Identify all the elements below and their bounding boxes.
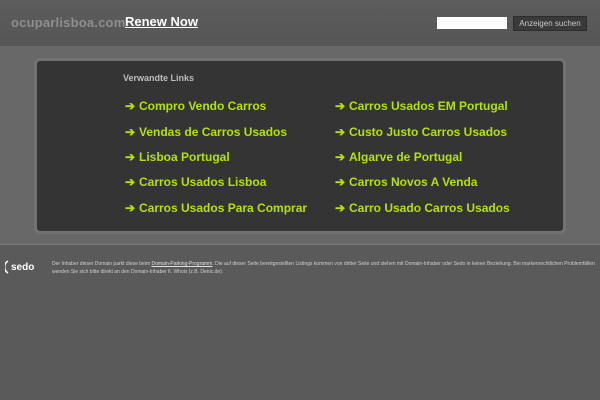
- search-button[interactable]: Anzeigen suchen: [513, 16, 587, 31]
- search-input[interactable]: [437, 17, 507, 29]
- arrow-right-icon: ➔: [335, 175, 346, 189]
- renew-now-link[interactable]: Renew Now: [125, 14, 198, 29]
- related-link-label: Carros Usados EM Portugal: [349, 99, 508, 113]
- related-link-label: Carro Usado Carros Usados: [349, 201, 510, 215]
- arrow-right-icon: ➔: [125, 125, 136, 139]
- arrow-right-icon: ➔: [125, 201, 136, 215]
- related-link[interactable]: ➔ Algarve de Portugal: [335, 150, 462, 164]
- arrow-right-icon: ➔: [335, 99, 346, 113]
- related-link[interactable]: ➔ Carro Usado Carros Usados: [335, 201, 510, 215]
- related-link[interactable]: ➔ Carros Usados Lisboa: [125, 175, 266, 189]
- related-link[interactable]: ➔ Custo Justo Carros Usados: [335, 125, 507, 139]
- sedo-logo-arc: [5, 260, 9, 274]
- related-link[interactable]: ➔ Lisboa Portugal: [125, 150, 230, 164]
- arrow-right-icon: ➔: [125, 175, 136, 189]
- related-link[interactable]: ➔ Carros Novos A Venda: [335, 175, 477, 189]
- related-link-label: Compro Vendo Carros: [139, 99, 267, 113]
- related-link-label: Algarve de Portugal: [349, 150, 463, 164]
- arrow-right-icon: ➔: [335, 150, 346, 164]
- arrow-right-icon: ➔: [125, 150, 136, 164]
- related-link-label: Lisboa Portugal: [139, 150, 230, 164]
- domain-name: ocuparlisboa.com: [11, 15, 126, 30]
- arrow-right-icon: ➔: [335, 201, 346, 215]
- top-bar: ocuparlisboa.com Renew Now Anzeigen such…: [0, 0, 600, 46]
- arrow-right-icon: ➔: [335, 125, 346, 139]
- related-link[interactable]: ➔ Compro Vendo Carros: [125, 99, 266, 113]
- related-link-label: Carros Usados Para Comprar: [139, 201, 308, 215]
- related-link-label: Vendas de Carros Usados: [139, 125, 288, 139]
- panel-title: Verwandte Links: [123, 73, 195, 83]
- related-link[interactable]: ➔ Vendas de Carros Usados: [125, 125, 287, 139]
- footer-text-before: Der Inhaber dieser Domain parkt diese be…: [52, 261, 152, 267]
- footer-disclaimer: Der Inhaber dieser Domain parkt diese be…: [52, 261, 600, 276]
- related-link-label: Carros Novos A Venda: [349, 175, 478, 189]
- sedo-logo-icon[interactable]: sedo: [5, 258, 45, 276]
- related-link[interactable]: ➔ Carros Usados Para Comprar: [125, 201, 307, 215]
- related-link-label: Carros Usados Lisboa: [139, 175, 267, 189]
- related-links-panel: Verwandte Links ➔ Compro Vendo Carros ➔ Ve…: [34, 58, 566, 234]
- related-link-label: Custo Justo Carros Usados: [349, 125, 508, 139]
- domain-parking-link[interactable]: Domain-Parking-Programm: [152, 261, 213, 267]
- arrow-right-icon: ➔: [125, 99, 136, 113]
- related-link[interactable]: ➔ Carros Usados EM Portugal: [335, 99, 508, 113]
- sedo-logo-text: sedo: [11, 262, 34, 273]
